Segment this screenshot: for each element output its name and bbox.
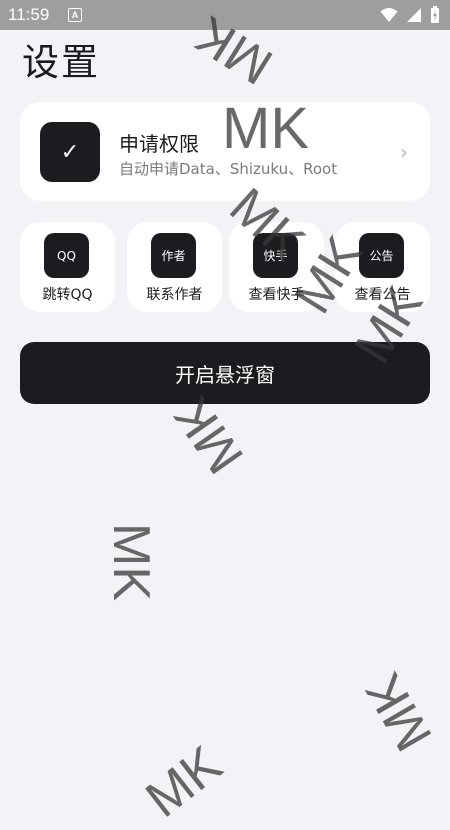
signal-icon	[407, 8, 421, 22]
permission-subtitle: 自动申请Data、Shizuku、Root	[119, 160, 338, 178]
view-announcement-button[interactable]: 公告 查看公告	[335, 222, 430, 312]
action-label: 跳转QQ	[42, 287, 93, 303]
watermark-text: MK	[102, 523, 160, 601]
author-icon: 作者	[151, 233, 196, 278]
battery-charging-icon	[431, 6, 439, 23]
jump-qq-button[interactable]: QQ 跳转QQ	[20, 222, 115, 312]
action-label: 查看快手	[248, 287, 305, 303]
action-label: 查看公告	[354, 287, 411, 303]
chevron-right-icon: ›	[400, 140, 408, 164]
permission-title: 申请权限	[119, 132, 199, 156]
announcement-icon: 公告	[359, 233, 404, 278]
view-kuaishou-button[interactable]: 快手 查看快手	[229, 222, 324, 312]
request-permission-card[interactable]: ✓ 申请权限 自动申请Data、Shizuku、Root ›	[20, 102, 430, 201]
watermark-text: MK	[135, 735, 233, 829]
notification-icon: A	[68, 8, 82, 22]
qq-icon: QQ	[44, 233, 89, 278]
status-bar: 11:59 A	[0, 0, 450, 30]
watermark-text: MK	[354, 663, 444, 761]
page-title: 设置	[22, 41, 100, 84]
action-label: 联系作者	[146, 287, 203, 303]
status-time: 11:59	[8, 5, 50, 24]
contact-author-button[interactable]: 作者 联系作者	[127, 222, 222, 312]
check-icon: ✓	[40, 122, 100, 182]
wifi-icon	[380, 8, 398, 22]
enable-floating-window-button[interactable]: 开启悬浮窗	[20, 342, 430, 404]
kuaishou-icon: 快手	[253, 233, 298, 278]
status-indicators	[380, 6, 440, 24]
